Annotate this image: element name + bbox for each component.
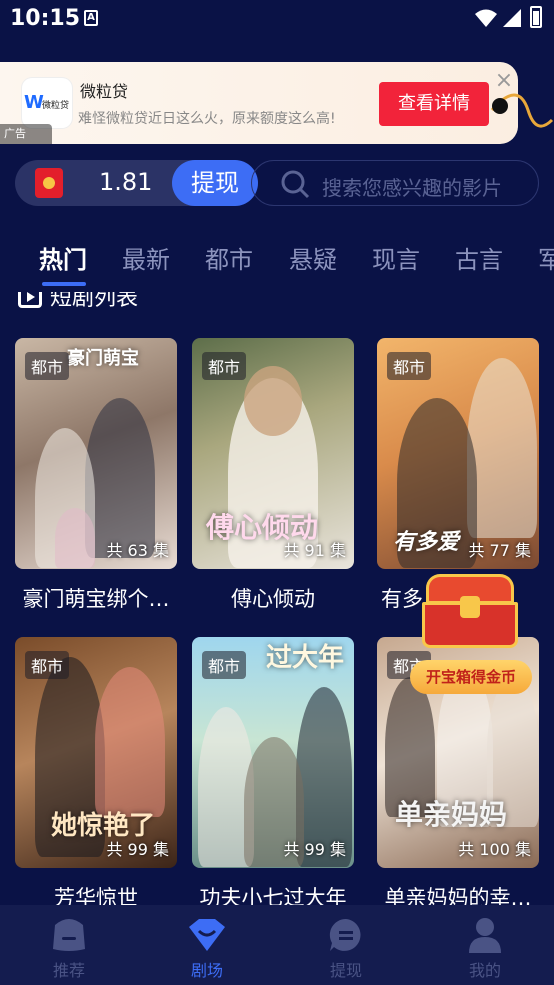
ad-tag: 广告	[0, 124, 52, 144]
ad-title: 微粒贷	[80, 82, 129, 101]
drama-title: 傅心倾动	[231, 587, 315, 611]
drama-card[interactable]: 她惊艳了 都市 共 99 集 芳华惊世	[15, 637, 177, 912]
status-bar: 10:15 A	[0, 0, 554, 40]
category-tabs: 热门 最新 都市 悬疑 现言 古言 军	[0, 236, 554, 292]
genre-tag: 都市	[387, 352, 432, 380]
video-list-icon	[18, 292, 42, 308]
nav-item-recommend[interactable]: 推荐	[0, 905, 138, 985]
red-envelope-icon	[35, 168, 63, 198]
withdraw-button[interactable]: 提现	[172, 160, 258, 206]
nav-label: 推荐	[52, 961, 85, 980]
nav-item-profile[interactable]: 我的	[416, 905, 554, 985]
ad-logo-text: 微粒贷	[42, 101, 70, 111]
nav-label: 提现	[329, 961, 362, 980]
treasure-chest-icon[interactable]	[420, 574, 520, 650]
wallet-amount: 1.81	[99, 168, 153, 196]
tab-suspense[interactable]: 悬疑	[289, 240, 337, 275]
tab-hot[interactable]: 热门	[39, 240, 87, 275]
search-input[interactable]: 搜索您感兴趣的影片	[251, 160, 539, 206]
episode-count: 共 100 集	[458, 840, 531, 859]
drama-card[interactable]: 豪门萌宝 都市 共 63 集 豪门萌宝绑个…	[15, 338, 177, 613]
tab-ancient-romance[interactable]: 古言	[455, 240, 503, 275]
drama-card[interactable]: 傅心倾动 都市 共 91 集 傅心倾动	[192, 338, 354, 613]
battery-icon	[530, 6, 542, 28]
tab-urban[interactable]: 都市	[205, 240, 253, 275]
treasure-chest-button[interactable]: 开宝箱得金币	[410, 660, 532, 694]
notification-a-icon: A	[84, 10, 98, 26]
wallet-balance[interactable]: 1.81 提现	[15, 160, 258, 206]
drama-poster: 有多爱 都市 共 77 集	[377, 338, 539, 569]
search-placeholder: 搜索您感兴趣的影片	[322, 176, 502, 200]
nav-item-withdraw[interactable]: 提现	[277, 905, 415, 985]
episode-count: 共 63 集	[106, 541, 169, 560]
tab-military[interactable]: 军	[538, 240, 554, 275]
ad-description: 难怪微粒贷近日这么火，原来额度这么高!	[78, 111, 336, 127]
episode-count: 共 77 集	[468, 541, 531, 560]
nav-label: 我的	[468, 961, 501, 980]
genre-tag: 都市	[202, 651, 247, 679]
drama-card[interactable]: 有多爱 都市 共 77 集 有多…	[377, 338, 539, 613]
search-icon	[281, 170, 310, 199]
episode-count: 共 99 集	[106, 840, 169, 859]
genre-tag: 都市	[202, 352, 247, 380]
poster-title-art: 单亲妈妈	[395, 798, 508, 831]
ad-logo-mark: W	[24, 92, 44, 113]
status-time: 10:15	[10, 6, 81, 31]
tab-modern-romance[interactable]: 现言	[372, 240, 420, 275]
poster-title-art: 过大年	[266, 643, 345, 673]
signal-icon	[503, 9, 521, 27]
drama-poster: 她惊艳了 都市 共 99 集	[15, 637, 177, 868]
poster-title-art: 有多爱	[393, 530, 460, 555]
drama-poster: 豪门萌宝 都市 共 63 集	[15, 338, 177, 569]
poster-title-art: 豪门萌宝	[67, 348, 139, 369]
bottom-nav: 推荐 剧场 提现 我的	[0, 905, 554, 985]
active-tab-indicator	[42, 282, 86, 286]
nav-label: 剧场	[190, 961, 223, 980]
episode-count: 共 91 集	[283, 541, 346, 560]
profile-icon	[469, 918, 501, 953]
drama-poster: 傅心倾动 都市 共 91 集	[192, 338, 354, 569]
section-title: 短剧列表	[50, 292, 139, 311]
withdraw-icon	[329, 918, 361, 951]
genre-tag: 都市	[25, 651, 70, 679]
wifi-icon	[475, 9, 497, 27]
nav-item-theater[interactable]: 剧场	[138, 905, 276, 985]
genre-tag: 都市	[25, 352, 70, 380]
decorative-curl-icon	[490, 93, 554, 128]
tab-latest[interactable]: 最新	[122, 240, 170, 275]
drama-poster: 过大年 都市 共 99 集	[192, 637, 354, 868]
section-header: 短剧列表	[0, 292, 554, 320]
drama-title: 豪门萌宝绑个…	[22, 587, 170, 611]
theater-icon	[189, 919, 225, 951]
episode-count: 共 99 集	[283, 840, 346, 859]
ad-logo: W 微粒贷	[22, 78, 72, 128]
drama-card[interactable]: 过大年 都市 共 99 集 功夫小七过大年	[192, 637, 354, 912]
recommend-icon	[53, 919, 85, 951]
ad-view-details-button[interactable]: 查看详情	[379, 82, 489, 126]
